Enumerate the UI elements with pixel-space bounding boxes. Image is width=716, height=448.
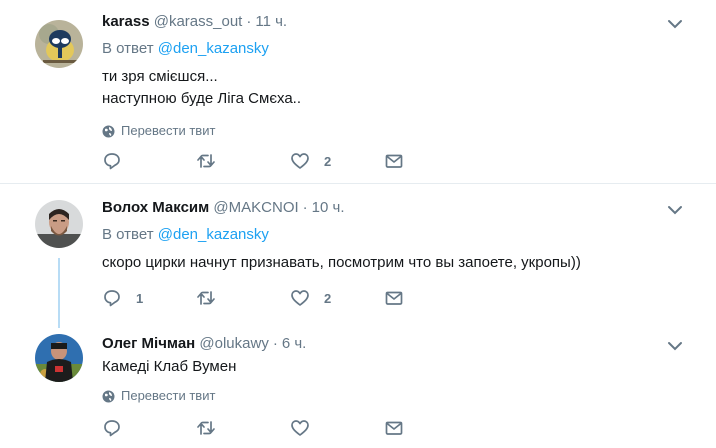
separator: · (246, 13, 252, 30)
chevron-down-icon[interactable] (666, 15, 684, 33)
tweet-feed: karass @karass_out · 11 ч. В ответ @den_ka… (0, 0, 716, 448)
reply-mention-link[interactable]: @den_kazansky (158, 40, 269, 57)
chevron-down-icon[interactable] (666, 337, 684, 355)
avatar[interactable] (35, 334, 83, 382)
like-button[interactable]: 2 (290, 288, 384, 308)
tweet-content: Олег Мічман @olukawy · 6 ч. Камеді Клаб Ву… (102, 334, 696, 404)
retweet-icon (197, 154, 215, 168)
tweet[interactable]: Олег Мічман @olukawy · 6 ч. Камеді Клаб Ву… (0, 320, 716, 448)
thread-connector (58, 258, 60, 328)
author-handle[interactable]: @karass_out (154, 13, 243, 30)
author-name[interactable]: Волох Максим (102, 199, 209, 216)
tweet-text: ти зря смієшся... наступною буде Ліга См… (102, 66, 696, 110)
reply-context: В ответ @den_kazansky (102, 39, 696, 59)
like-icon (291, 290, 309, 306)
tweet-text-line: скоро цирки начнут признавать, посмотрим… (102, 254, 581, 271)
translate-link[interactable]: Перевести твит (102, 123, 696, 139)
reply-button[interactable]: 1 (102, 288, 196, 308)
reply-button[interactable] (102, 418, 196, 438)
retweet-button[interactable] (196, 151, 290, 171)
author-name[interactable]: Олег Мічман (102, 335, 195, 352)
tweet-text-line: ти зря смієшся... (102, 68, 218, 85)
retweet-icon (197, 421, 215, 435)
timestamp[interactable]: 6 ч. (282, 335, 307, 352)
tweet-text-line: наступною буде Ліга Смєха.. (102, 90, 301, 107)
tweet-content: Волох Максим @MAKCNOI · 10 ч. В ответ @den… (102, 198, 696, 274)
tweet-actions (102, 418, 478, 438)
tweet[interactable]: karass @karass_out · 11 ч. В ответ @den_ka… (0, 0, 716, 183)
tweet-content: karass @karass_out · 11 ч. В ответ @den_ka… (102, 12, 696, 139)
reply-icon (104, 290, 120, 307)
timestamp[interactable]: 11 ч. (255, 13, 287, 30)
reply-prefix: В ответ (102, 226, 154, 243)
message-button[interactable] (384, 288, 478, 308)
globe-icon (102, 390, 115, 402)
tweet-actions: 2 (102, 151, 478, 171)
reply-icon (104, 420, 120, 437)
tweet-header: karass @karass_out · 11 ч. (102, 12, 696, 32)
author-name[interactable]: karass (102, 13, 150, 30)
separator: · (272, 335, 278, 352)
like-count: 2 (324, 153, 332, 169)
tweet-text: скоро цирки начнут признавать, посмотрим… (102, 252, 696, 274)
translate-label[interactable]: Перевести твит (121, 123, 215, 139)
reply-count: 1 (136, 290, 144, 306)
retweet-icon (197, 291, 215, 305)
like-icon (291, 420, 309, 436)
tweet-text-line: Камеді Клаб Вумен (102, 358, 237, 375)
reply-mention-link[interactable]: @den_kazansky (158, 226, 269, 243)
message-icon (385, 154, 403, 168)
message-button[interactable] (384, 418, 478, 438)
like-button[interactable]: 2 (290, 151, 384, 171)
reply-icon (104, 153, 120, 170)
reply-button[interactable] (102, 151, 196, 171)
tweet-header: Олег Мічман @olukawy · 6 ч. (102, 334, 696, 354)
avatar[interactable] (35, 20, 83, 68)
retweet-button[interactable] (196, 288, 290, 308)
timestamp[interactable]: 10 ч. (312, 199, 345, 216)
separator: · (302, 199, 308, 216)
message-icon (385, 421, 403, 435)
tweet-header: Волох Максим @MAKCNOI · 10 ч. (102, 198, 696, 218)
message-button[interactable] (384, 151, 478, 171)
translate-label[interactable]: Перевести твит (121, 388, 215, 404)
like-button[interactable] (290, 418, 384, 438)
chevron-down-icon[interactable] (666, 201, 684, 219)
tweet[interactable]: Волох Максим @MAKCNOI · 10 ч. В ответ @den… (0, 184, 716, 320)
tweet-actions: 1 2 (102, 288, 478, 308)
like-icon (291, 153, 309, 169)
message-icon (385, 291, 403, 305)
author-handle[interactable]: @olukawy (199, 335, 268, 352)
translate-link[interactable]: Перевести твит (102, 388, 696, 404)
reply-prefix: В ответ (102, 40, 154, 57)
author-handle[interactable]: @MAKCNOI (213, 199, 298, 216)
avatar[interactable] (35, 200, 83, 248)
retweet-button[interactable] (196, 418, 290, 438)
globe-icon (102, 125, 115, 137)
tweet-text: Камеді Клаб Вумен (102, 356, 696, 378)
reply-context: В ответ @den_kazansky (102, 225, 696, 245)
like-count: 2 (324, 290, 332, 306)
